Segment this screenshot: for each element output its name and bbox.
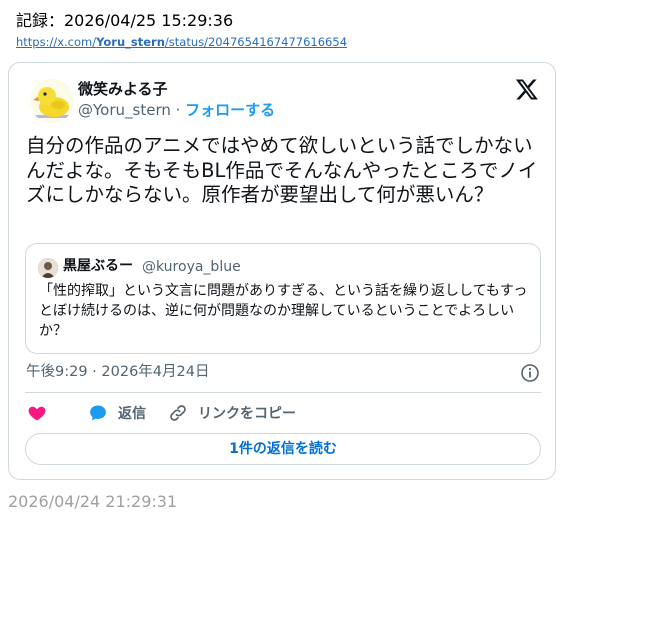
copy-link-button[interactable]: リンクをコピー [168,401,296,425]
follow-button[interactable]: フォローする [185,101,275,119]
duck-avatar[interactable] [30,79,74,123]
x-logo-icon[interactable] [515,77,539,101]
tweet-timestamp[interactable]: 午後9:29 · 2026年4月24日 [26,362,209,382]
reply-bubble-icon [90,405,106,421]
footer-date: 2026/04/24 21:29:31 [8,492,178,511]
url-prefix: https://x.com/ [16,35,97,49]
copy-link-label: リンクをコピー [198,406,296,422]
handle-separator: · [170,101,186,119]
tweet-url-link[interactable]: https://x.com/Yoru_stern/status/20476541… [16,35,347,49]
tweet-body: 自分の作品のアニメではやめて欲しいという話でしかないんだよな。そもそもBL作品で… [26,134,538,206]
author-display-name[interactable]: 微笑みよる子 [78,79,168,99]
quote-handle: @kuroya_blue [142,259,241,275]
quote-display-name: 黒屋ぶるー [63,258,133,274]
url-suffix: /status/2047654167477616654 [164,35,348,49]
heart-icon [28,406,46,421]
tweet-card: 微笑みよる子 @Yoru_stern · フォローする 自分の作品のアニメではや… [8,62,556,480]
read-replies-button[interactable]: 1件の返信を読む [25,433,541,465]
reply-label: 返信 [118,406,146,422]
quote-body: 「性的搾取」という文言に問題がありすぎる、という話を繰り返ししてもすっとぼけ続け… [39,283,528,339]
action-bar: 返信 リンクをコピー [25,401,541,425]
info-icon[interactable] [520,363,540,383]
divider [25,392,541,393]
reply-button[interactable]: 返信 [88,401,146,425]
quote-avatar[interactable] [38,258,58,278]
quoted-tweet[interactable]: 黒屋ぶるー @kuroya_blue 「性的搾取」という文言に問題がありすぎる、… [25,243,541,354]
author-handle-row: @Yoru_stern · フォローする [78,100,275,120]
author-handle[interactable]: @Yoru_stern [78,101,171,119]
record-timestamp: 記録：2026/04/25 15:29:36 [16,11,234,30]
url-user: Yoru_stern [96,35,165,49]
like-button[interactable] [27,401,47,425]
link-icon [170,405,186,421]
